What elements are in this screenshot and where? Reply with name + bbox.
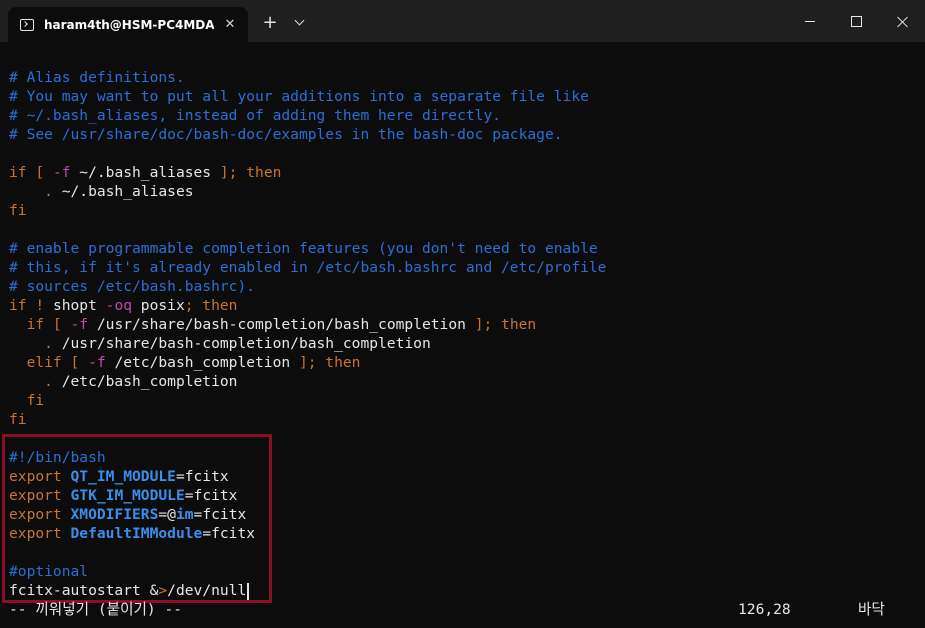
terminal-window: haram4th@HSM-PC4MDAI: ~ ✕ + # Alias defi… [0, 0, 925, 628]
code-token: # ~/.bash_aliases, instead of adding the… [9, 107, 502, 124]
maximize-button[interactable] [833, 0, 879, 42]
code-token: ~/.bash_aliases [61, 183, 194, 200]
editor-line: . /usr/share/bash-completion/bash_comple… [9, 334, 606, 353]
code-token: fi [9, 392, 45, 409]
code-token: -f [88, 354, 106, 371]
code-token: /usr/share/bash-completion/bash_completi… [61, 335, 431, 352]
code-token: . [9, 183, 62, 200]
minimize-button[interactable] [787, 0, 833, 42]
editor-line: fi [9, 201, 606, 220]
code-token: ]; then [219, 164, 282, 181]
code-token: -f [52, 164, 71, 181]
code-token: fi [9, 411, 27, 428]
code-token: # sources /etc/bash.bashrc). [9, 278, 256, 295]
code-token: # this, if it's already enabled in /etc/… [9, 259, 607, 276]
code-token: ]; then [298, 354, 361, 371]
code-token: if [ [9, 164, 53, 181]
editor-line: # ~/.bash_aliases, instead of adding the… [9, 106, 606, 125]
new-tab-button[interactable]: + [258, 10, 282, 34]
editor-line: if [ -f ~/.bash_aliases ]; then [9, 163, 606, 182]
maximize-icon [850, 15, 862, 27]
highlight-box [2, 434, 272, 603]
editor-line: # You may want to put all your additions… [9, 87, 606, 106]
code-token: /etc/bash_completion [105, 354, 299, 371]
editor-line: # sources /etc/bash.bashrc). [9, 277, 606, 296]
editor-line: elif [ -f /etc/bash_completion ]; then [9, 353, 606, 372]
tab-title: haram4th@HSM-PC4MDAI: ~ [44, 17, 214, 32]
terminal-content[interactable]: # Alias definitions. # You may want to pu… [0, 42, 925, 628]
editor-line: if ! shopt -oq posix; then [9, 296, 606, 315]
code-token: -oq [105, 297, 133, 314]
code-token: posix [132, 297, 185, 314]
title-bar: haram4th@HSM-PC4MDAI: ~ ✕ + [0, 0, 925, 42]
editor-line: # this, if it's already enabled in /etc/… [9, 258, 606, 277]
code-token: # Alias definitions. [9, 69, 185, 86]
scroll-indicator: 바닥 [858, 601, 885, 618]
tab-terminal[interactable]: haram4th@HSM-PC4MDAI: ~ ✕ [8, 7, 248, 42]
code-token: elif [ [9, 354, 89, 371]
code-token: /usr/share/bash-completion/bash_completi… [88, 316, 475, 333]
minimize-icon [805, 20, 815, 22]
code-token: # enable programmable completion feature… [9, 240, 598, 257]
editor-line: if [ -f /usr/share/bash-completion/bash_… [9, 315, 606, 334]
close-window-button[interactable] [879, 0, 925, 42]
code-token: shopt [52, 297, 106, 314]
code-token: fi [9, 202, 27, 219]
chevron-down-icon [294, 15, 304, 25]
tab-close-button[interactable]: ✕ [222, 16, 238, 32]
editor-line: # Alias definitions. [9, 68, 606, 87]
code-token: # You may want to put all your additions… [9, 88, 589, 105]
cursor-position: 126,28 [738, 601, 791, 618]
code-token: . [9, 373, 62, 390]
editor-line: . /etc/bash_completion [9, 372, 606, 391]
editor-line: # enable programmable completion feature… [9, 239, 606, 258]
code-token: /etc/bash_completion [61, 373, 238, 390]
editor-line: # See /usr/share/doc/bash-doc/examples i… [9, 125, 606, 144]
close-icon [897, 16, 908, 27]
vim-mode-indicator: -- 끼워넣기 (붙이기) -- [9, 601, 183, 618]
code-token: # See /usr/share/doc/bash-doc/examples i… [9, 126, 563, 143]
terminal-icon [20, 18, 34, 31]
code-token: if [ [9, 316, 71, 333]
editor-line: fi [9, 410, 606, 429]
editor-line: fi [9, 391, 606, 410]
code-token: ]; then [474, 316, 537, 333]
code-token: . [9, 335, 62, 352]
code-token: if ! [9, 297, 53, 314]
editor-line: . ~/.bash_aliases [9, 182, 606, 201]
code-token: ; then [184, 297, 238, 314]
code-token: -f [70, 316, 89, 333]
tab-dropdown-button[interactable] [288, 10, 310, 34]
code-token: ~/.bash_aliases [70, 164, 220, 181]
